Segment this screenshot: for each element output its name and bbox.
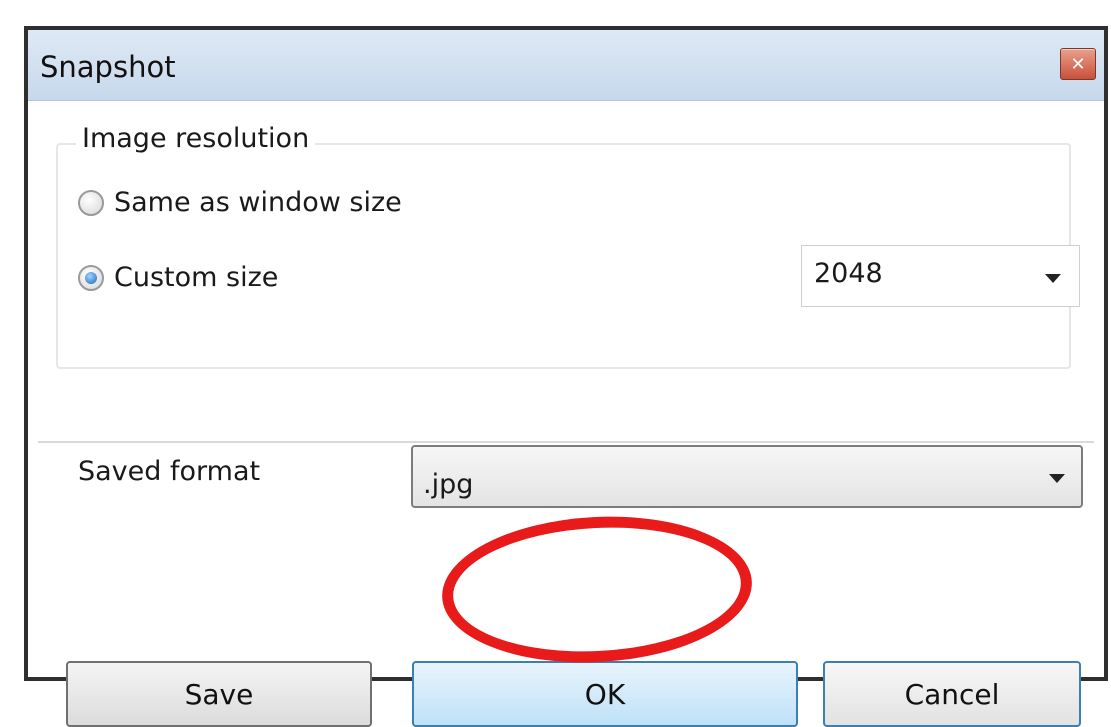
radio-same-as-window[interactable]: Same as window size bbox=[78, 187, 402, 218]
radio-label: Custom size bbox=[114, 262, 279, 293]
ok-button[interactable]: OK bbox=[412, 661, 798, 727]
save-button[interactable]: Save bbox=[66, 661, 372, 727]
radio-button-icon[interactable] bbox=[78, 189, 104, 216]
cancel-button[interactable]: Cancel bbox=[823, 661, 1081, 727]
save-button-label: Save bbox=[184, 677, 254, 711]
chevron-down-icon[interactable] bbox=[1049, 474, 1065, 483]
dialog-title: Snapshot bbox=[40, 50, 176, 84]
image-resolution-group: Image resolution Same as window size Cus… bbox=[56, 123, 1080, 369]
radio-custom-size[interactable]: Custom size bbox=[78, 262, 278, 293]
custom-size-combo[interactable]: 2048 bbox=[801, 245, 1080, 307]
saved-format-label: Saved format bbox=[78, 456, 261, 487]
radio-label: Same as window size bbox=[114, 187, 402, 218]
saved-format-value: .jpg bbox=[423, 469, 474, 500]
saved-format-select[interactable]: .jpg bbox=[411, 445, 1083, 508]
chevron-down-icon[interactable] bbox=[1045, 274, 1061, 283]
title-bar: Snapshot ✕ bbox=[28, 30, 1104, 100]
dialog-content: Image resolution Same as window size Cus… bbox=[28, 100, 1104, 727]
close-button[interactable]: ✕ bbox=[1060, 48, 1096, 80]
divider bbox=[38, 441, 1094, 443]
radio-button-icon[interactable] bbox=[78, 264, 104, 291]
ok-button-label: OK bbox=[584, 677, 626, 711]
cancel-button-label: Cancel bbox=[904, 677, 1000, 711]
snapshot-dialog: Snapshot ✕ Image resolution Same as wind… bbox=[24, 26, 1108, 727]
group-legend: Image resolution bbox=[76, 123, 316, 154]
close-icon: ✕ bbox=[1070, 53, 1086, 75]
custom-size-value: 2048 bbox=[814, 258, 883, 289]
